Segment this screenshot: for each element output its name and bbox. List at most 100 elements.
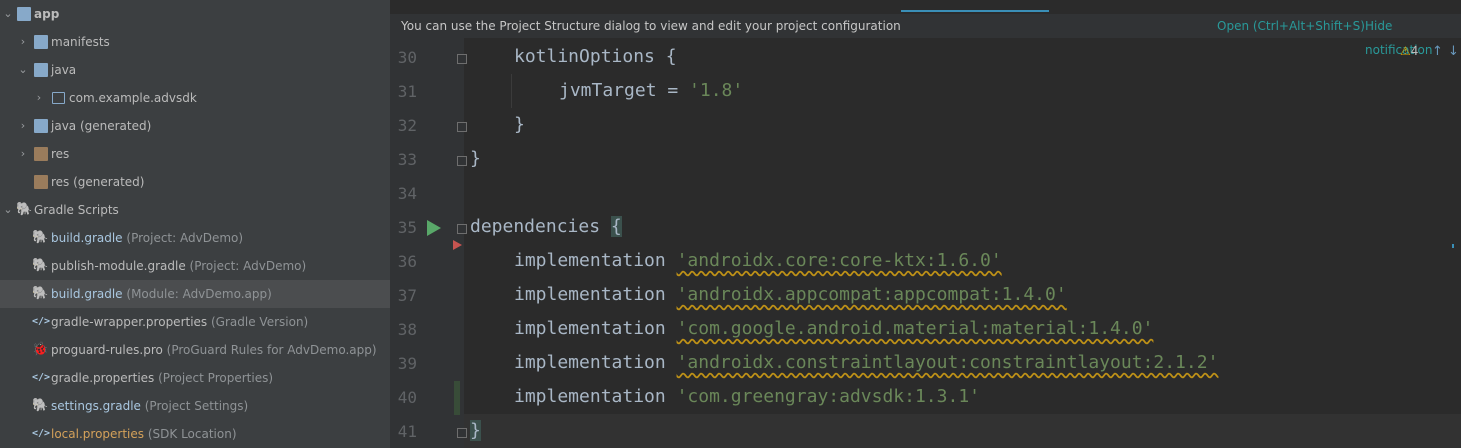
file-name: settings.gradle: [51, 399, 141, 413]
tree-item-gradle-properties[interactable]: </> gradle.properties (Project Propertie…: [0, 364, 390, 392]
tree-item-label: app: [34, 7, 60, 21]
file-hint: (Project Properties): [158, 371, 274, 385]
tree-item-publish-module[interactable]: 🐘 publish-module.gradle (Project: AdvDem…: [0, 252, 390, 280]
tree-item-label: java (generated): [51, 119, 152, 133]
code-line-30: kotlinOptions {: [514, 46, 677, 67]
code-line-33: }: [470, 148, 481, 169]
generated-folder-icon: [34, 119, 48, 133]
fold-marker-icon[interactable]: [457, 224, 467, 234]
notification-bar: You can use the Project Structure dialog…: [390, 14, 1461, 57]
code-line-38: implementation 'com.google.android.mater…: [514, 318, 1154, 339]
tree-item-proguard[interactable]: 🐞 proguard-rules.pro (ProGuard Rules for…: [0, 336, 390, 364]
fold-marker-icon[interactable]: [457, 122, 467, 132]
line-number: 39: [397, 354, 417, 373]
properties-file-icon: </>: [32, 428, 51, 439]
file-hint: (Module: AdvDemo.app): [126, 287, 272, 301]
fold-marker-icon[interactable]: [457, 428, 467, 438]
code-line-32: }: [514, 114, 525, 135]
line-number: 33: [397, 150, 417, 169]
chevron-right-icon[interactable]: ›: [17, 140, 29, 168]
folder-icon: [34, 35, 48, 49]
notification-message: You can use the Project Structure dialog…: [401, 19, 901, 33]
chevron-down-icon[interactable]: ⌄: [2, 0, 14, 28]
tree-item-package[interactable]: › com.example.advsdk: [0, 84, 390, 112]
resource-folder-icon: [34, 175, 48, 189]
properties-file-icon: </>: [32, 316, 51, 327]
code-line-41: }: [470, 420, 481, 441]
tree-item-gradle-scripts[interactable]: ⌄ 🐘 Gradle Scripts: [0, 196, 390, 224]
code-line-36: implementation 'androidx.core:core-ktx:1…: [514, 250, 1002, 271]
file-hint: (SDK Location): [147, 427, 237, 441]
tree-item-java-generated[interactable]: › java (generated): [0, 112, 390, 140]
file-name: proguard-rules.pro: [51, 343, 163, 357]
chevron-down-icon[interactable]: ⌄: [17, 56, 29, 84]
line-number: 41: [397, 422, 417, 441]
file-name: publish-module.gradle: [51, 259, 186, 273]
scrollbar-marker: [1452, 244, 1454, 248]
tree-item-label: com.example.advsdk: [69, 91, 197, 105]
line-number: 35: [397, 218, 417, 237]
tree-item-label: Gradle Scripts: [34, 203, 119, 217]
tree-item-label: res: [51, 147, 70, 161]
fold-marker-icon[interactable]: [457, 54, 467, 64]
chevron-down-icon[interactable]: ⌄: [2, 196, 14, 224]
file-name: gradle.properties: [51, 371, 155, 385]
tree-item-manifests[interactable]: › manifests: [0, 28, 390, 56]
file-hint: (Project: AdvDemo): [126, 231, 244, 245]
tree-item-java[interactable]: ⌄ java: [0, 56, 390, 84]
file-hint: (Project: AdvDemo): [189, 259, 307, 273]
module-folder-icon: [17, 7, 31, 21]
file-name: gradle-wrapper.properties: [51, 315, 208, 329]
tree-item-label: manifests: [51, 35, 110, 49]
tree-item-app[interactable]: ⌄ app: [0, 0, 390, 28]
chevron-right-icon[interactable]: ›: [17, 28, 29, 56]
indent-guide: [511, 74, 512, 108]
code-line-37: implementation 'androidx.appcompat:appco…: [514, 284, 1067, 305]
vcs-change-marker[interactable]: [454, 381, 460, 415]
line-number: 32: [397, 116, 417, 135]
breakpoint-marker-icon[interactable]: [453, 240, 462, 250]
inspection-widget[interactable]: ⚠4: [1400, 44, 1418, 58]
tree-item-gradle-wrapper[interactable]: </> gradle-wrapper.properties (Gradle Ve…: [0, 308, 390, 336]
tree-item-build-gradle-project[interactable]: 🐘 build.gradle (Project: AdvDemo): [0, 224, 390, 252]
file-hint: (Gradle Version): [211, 315, 309, 329]
code-editor[interactable]: You can use the Project Structure dialog…: [390, 0, 1461, 448]
line-number: 37: [397, 286, 417, 305]
line-number: 30: [397, 48, 417, 67]
tree-item-build-gradle-module[interactable]: 🐘 build.gradle (Module: AdvDemo.app): [0, 280, 390, 308]
code-line-40: implementation 'com.greengray:advsdk:1.3…: [514, 386, 980, 407]
warning-count: 4: [1410, 44, 1419, 58]
package-icon: [52, 92, 65, 104]
gradle-icon: 🐘: [16, 202, 33, 217]
chevron-right-icon[interactable]: ›: [17, 112, 29, 140]
previous-highlight-icon[interactable]: ↑: [1432, 44, 1443, 59]
tree-item-local-properties[interactable]: </> local.properties (SDK Location): [0, 420, 390, 448]
fold-marker-icon[interactable]: [457, 156, 467, 166]
next-highlight-icon[interactable]: ↓: [1448, 44, 1459, 59]
tree-item-label: java: [51, 63, 77, 77]
open-project-structure-link[interactable]: Open (Ctrl+Alt+Shift+S): [1217, 14, 1365, 38]
line-number: 36: [397, 252, 417, 271]
line-number: 40: [397, 388, 417, 407]
tree-item-res[interactable]: › res: [0, 140, 390, 168]
tree-item-res-generated[interactable]: res (generated): [0, 168, 390, 196]
folder-icon: [34, 63, 48, 77]
current-line-highlight: [464, 414, 1461, 448]
gradle-icon: 🐘: [32, 286, 49, 301]
run-gutter-icon[interactable]: [427, 220, 441, 236]
gradle-icon: 🐘: [32, 398, 49, 413]
file-name: local.properties: [51, 427, 145, 441]
tree-item-settings-gradle[interactable]: 🐘 settings.gradle (Project Settings): [0, 392, 390, 420]
gradle-icon: 🐘: [32, 230, 49, 245]
file-name: build.gradle: [51, 287, 123, 301]
active-tab-indicator: [901, 10, 1049, 12]
tree-item-label: res (generated): [51, 175, 145, 189]
line-number: 34: [397, 184, 417, 203]
proguard-icon: 🐞: [32, 342, 49, 357]
chevron-right-icon[interactable]: ›: [33, 84, 45, 112]
resource-folder-icon: [34, 147, 48, 161]
code-line-35: dependencies {: [470, 216, 622, 237]
file-name: build.gradle: [51, 231, 123, 245]
line-number: 31: [397, 82, 417, 101]
file-hint: (ProGuard Rules for AdvDemo.app): [166, 343, 377, 357]
